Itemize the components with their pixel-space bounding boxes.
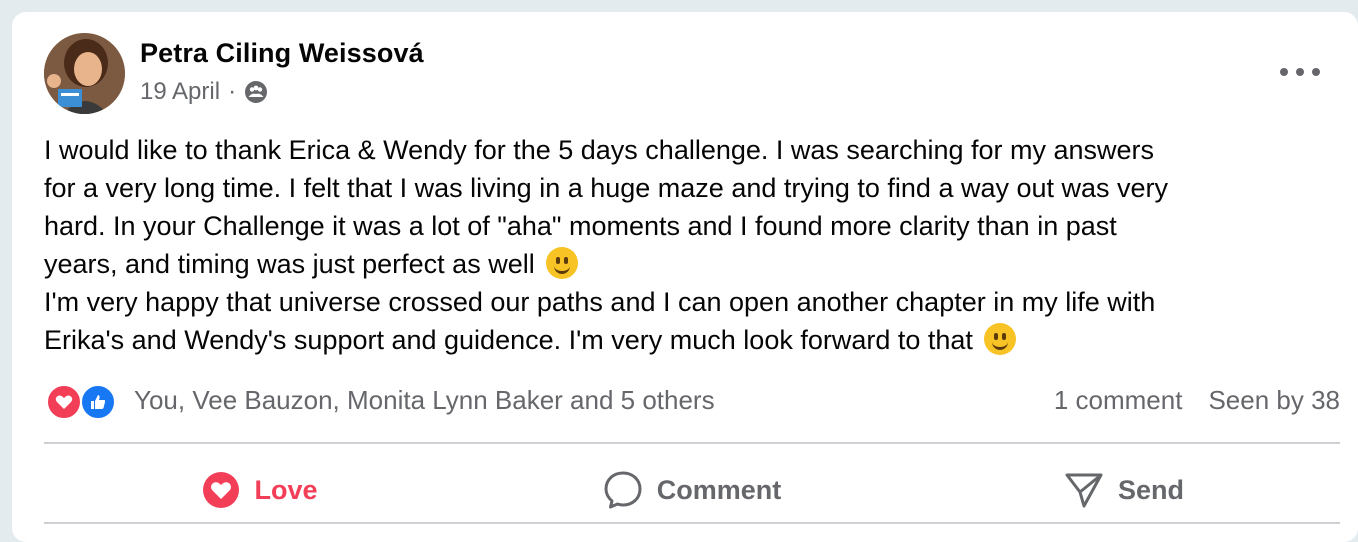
post-stats: 1 comment Seen by 38 [1054,385,1340,416]
reaction-icons[interactable] [46,384,122,420]
send-button[interactable]: Send [908,450,1340,530]
send-icon [1065,473,1103,508]
comment-button[interactable]: Comment [476,450,908,530]
reactions-summary: You, Vee Bauzon, Monita Lynn Baker and 5… [44,382,1340,422]
divider [44,442,1340,444]
post-text-line: years, and timing was just perfect as we… [44,245,1344,283]
post-text-line: Erika's and Wendy's support and guidence… [44,321,1344,359]
love-button[interactable]: Love [44,450,476,530]
author-name[interactable]: Petra Ciling Weissová [140,38,424,69]
divider [44,522,1340,524]
love-icon [203,472,240,508]
love-reaction-icon [46,384,82,420]
more-options-icon[interactable] [1280,62,1320,82]
smiley-emoji-icon [984,323,1017,355]
post-card: Petra Ciling Weissová 19 April · I would… [12,12,1358,542]
post-date[interactable]: 19 April [140,78,220,106]
send-button-label: Send [1117,474,1184,505]
author-avatar[interactable] [44,33,125,114]
post-text-segment: years, and timing was just perfect as we… [44,249,535,279]
post-text-line: I'm very happy that universe crossed our… [44,287,1156,317]
smiley-emoji-icon [546,247,579,279]
post-text-line: I would like to thank Erica & Wendy for … [44,135,1155,165]
post-text-segment: Erika's and Wendy's support and guidence… [44,325,973,355]
love-button-label: Love [254,474,318,505]
comment-button-label: Comment [656,474,782,505]
post-text-line: for a very long time. I felt that I was … [44,173,1169,203]
post-meta: 19 April · [140,78,268,106]
comment-icon [604,471,642,509]
post-text: I would like to thank Erica & Wendy for … [44,131,1344,359]
post-text-line: hard. In your Challenge it was a lot of … [44,211,1117,241]
like-reaction-icon [80,384,116,420]
reaction-names[interactable]: You, Vee Bauzon, Monita Lynn Baker and 5… [134,385,715,416]
comment-count[interactable]: 1 comment [1054,385,1183,416]
action-bar: Love Comment Send [44,450,1340,530]
meta-separator: · [228,78,237,105]
group-icon[interactable] [244,80,268,104]
seen-count[interactable]: Seen by 38 [1208,385,1340,416]
